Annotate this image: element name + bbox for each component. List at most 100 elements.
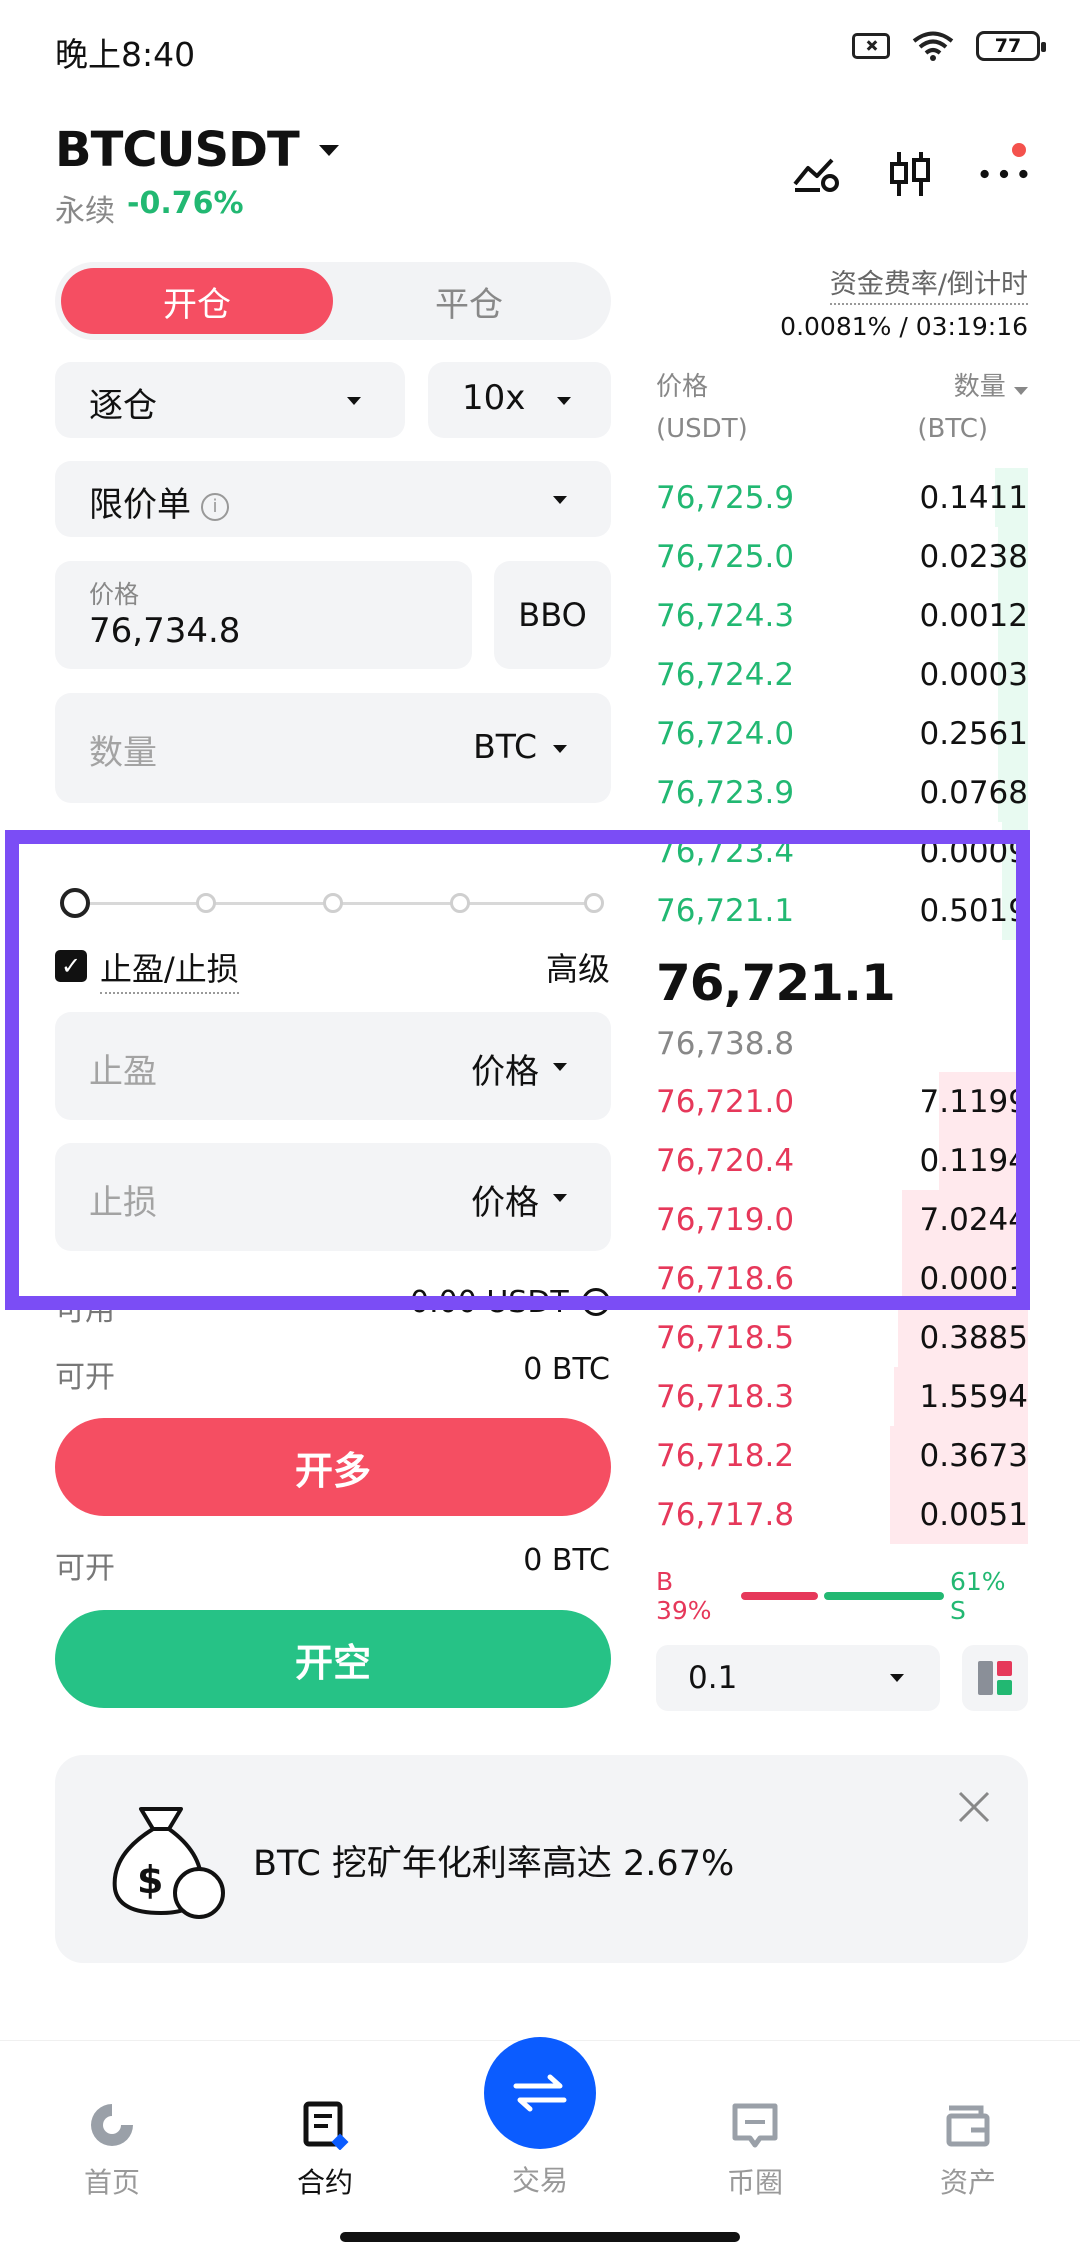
community-icon xyxy=(685,2097,825,2153)
slider-step-25[interactable] xyxy=(196,893,216,913)
nav-community[interactable]: 币圈 xyxy=(685,2097,825,2201)
take-profit-input[interactable]: 止盈 价格 xyxy=(55,1012,611,1120)
margin-mode-value: 逐仓 xyxy=(89,386,157,426)
can-open-short-label: 可开 xyxy=(55,1551,115,1586)
slider-step-75[interactable] xyxy=(450,893,470,913)
status-bar: 晚上8:40 77 xyxy=(0,0,1080,96)
open-long-button[interactable]: 开多 xyxy=(55,1418,611,1516)
bid-row[interactable]: 76,720.4 0.1194 xyxy=(656,1131,1028,1190)
ask-price: 76,724.0 xyxy=(656,715,795,752)
chevron-down-icon xyxy=(553,496,567,504)
orderbook-qty-header[interactable]: 数量 (BTC) xyxy=(917,366,1028,450)
tpsl-label[interactable]: 止盈/止损 xyxy=(100,944,239,994)
can-open-short-value: 0 BTC xyxy=(523,1543,610,1578)
contract-icon xyxy=(255,2097,395,2153)
bid-price: 76,721.0 xyxy=(656,1083,795,1120)
bid-qty: 0.3673 xyxy=(919,1437,1028,1474)
chevron-down-icon xyxy=(557,397,571,405)
slider-step-50[interactable] xyxy=(323,893,343,913)
money-bag-icon: $ xyxy=(112,1807,225,1919)
bbo-button[interactable]: BBO xyxy=(494,561,611,669)
funding-rate-label[interactable]: 资金费率/倒计时 xyxy=(829,262,1028,305)
available-label: 可用 xyxy=(55,1293,115,1328)
strategy-icon[interactable] xyxy=(792,150,840,198)
price-input[interactable]: 价格 76,734.8 xyxy=(55,561,472,669)
quantity-input[interactable]: 数量 BTC xyxy=(55,693,611,803)
depth-step-value: 0.1 xyxy=(688,1660,738,1696)
mark-price: 76,738.8 xyxy=(656,1026,795,1062)
chevron-down-icon xyxy=(890,1674,904,1682)
order-type-value: 限价单 i xyxy=(89,477,229,526)
contract-type: 永续 xyxy=(55,194,115,229)
bid-row[interactable]: 76,721.0 7.1199 xyxy=(656,1072,1028,1131)
price-change: -0.76% xyxy=(127,186,244,221)
candlestick-chart-icon[interactable] xyxy=(886,150,934,198)
bid-row[interactable]: 76,717.8 0.0051 xyxy=(656,1485,1028,1544)
ask-price: 76,721.1 xyxy=(656,892,795,929)
bid-row[interactable]: 76,718.5 0.3885 xyxy=(656,1308,1028,1367)
ask-qty: 0.1411 xyxy=(919,479,1028,516)
ask-row[interactable]: 76,724.3 0.0012 xyxy=(656,586,1028,645)
chevron-down-icon xyxy=(553,1194,567,1202)
slider-knob[interactable] xyxy=(60,888,90,918)
ask-qty: 0.0768 xyxy=(919,774,1028,811)
slider-step-100[interactable] xyxy=(584,893,604,913)
ask-row[interactable]: 76,724.2 0.0003 xyxy=(656,645,1028,704)
stop-loss-input[interactable]: 止损 价格 xyxy=(55,1143,611,1251)
bid-price: 76,718.6 xyxy=(656,1260,795,1297)
nav-assets[interactable]: 资产 xyxy=(898,2097,1038,2201)
open-short-button[interactable]: 开空 xyxy=(55,1610,611,1708)
transfer-icon[interactable] xyxy=(582,1288,610,1316)
nav-trade-label[interactable]: 交易 xyxy=(470,2159,610,2199)
bid-row[interactable]: 76,718.3 1.5594 xyxy=(656,1367,1028,1426)
ask-row[interactable]: 76,723.4 0.0009 xyxy=(656,822,1028,881)
promo-banner[interactable]: $ BTC 挖矿年化利率高达 2.67% xyxy=(55,1755,1028,1963)
can-open-long-label: 可开 xyxy=(55,1360,115,1395)
ask-row[interactable]: 76,725.9 0.1411 xyxy=(656,468,1028,527)
pair-subtitle: 永续 -0.76% xyxy=(55,186,244,230)
close-icon[interactable] xyxy=(956,1789,992,1825)
ask-row[interactable]: 76,723.9 0.0768 xyxy=(656,763,1028,822)
tab-open[interactable]: 开仓 xyxy=(61,268,333,334)
orderbook-layout-icon[interactable] xyxy=(962,1645,1028,1711)
nav-trade-button[interactable] xyxy=(484,2037,596,2149)
chevron-down-icon xyxy=(318,144,339,156)
ask-price: 76,725.9 xyxy=(656,479,795,516)
bid-row[interactable]: 76,718.6 0.0001 xyxy=(656,1249,1028,1308)
ask-qty: 0.0003 xyxy=(919,656,1028,693)
info-icon[interactable]: i xyxy=(201,492,229,521)
svg-text:$: $ xyxy=(137,1858,163,1902)
bid-qty: 0.0051 xyxy=(919,1496,1028,1533)
ask-price: 76,725.0 xyxy=(656,538,795,575)
ask-qty: 0.0012 xyxy=(919,597,1028,634)
chevron-down-icon xyxy=(553,745,567,753)
quantity-unit[interactable]: BTC xyxy=(473,727,537,766)
orderbook-asks: 76,725.9 0.1411 76,725.0 0.0238 76,724.3 0.00… xyxy=(656,468,1028,940)
ask-row[interactable]: 76,721.1 0.5019 xyxy=(656,881,1028,940)
bid-row[interactable]: 76,718.2 0.3673 xyxy=(656,1426,1028,1485)
home-icon xyxy=(42,2097,182,2153)
nav-home[interactable]: 首页 xyxy=(42,2097,182,2201)
stop-loss-type[interactable]: 价格 xyxy=(471,1175,539,1224)
ask-row[interactable]: 76,724.0 0.2561 xyxy=(656,704,1028,763)
tab-close[interactable]: 平仓 xyxy=(333,268,605,334)
bid-price: 76,718.2 xyxy=(656,1437,795,1474)
depth-step-select[interactable]: 0.1 xyxy=(656,1645,940,1711)
ask-qty: 0.0238 xyxy=(919,538,1028,575)
more-icon[interactable] xyxy=(980,150,1028,198)
last-price[interactable]: 76,721.1 xyxy=(656,954,896,1012)
order-type-select[interactable]: 限价单 i xyxy=(55,461,611,537)
leverage-select[interactable]: 10x xyxy=(428,362,611,438)
tpsl-checkbox[interactable]: ✓ xyxy=(55,950,87,982)
take-profit-type[interactable]: 价格 xyxy=(471,1044,539,1093)
ask-qty: 0.2561 xyxy=(919,715,1028,752)
advanced-link[interactable]: 高级 xyxy=(546,944,610,990)
pair-selector[interactable]: BTCUSDT xyxy=(55,122,339,178)
ask-row[interactable]: 76,725.0 0.0238 xyxy=(656,527,1028,586)
quantity-placeholder: 数量 xyxy=(89,733,157,773)
chevron-down-icon xyxy=(553,1063,567,1071)
nav-contract[interactable]: 合约 xyxy=(255,2097,395,2201)
bid-row[interactable]: 76,719.0 7.0244 xyxy=(656,1190,1028,1249)
bid-qty: 7.0244 xyxy=(919,1201,1028,1238)
margin-mode-select[interactable]: 逐仓 xyxy=(55,362,405,438)
